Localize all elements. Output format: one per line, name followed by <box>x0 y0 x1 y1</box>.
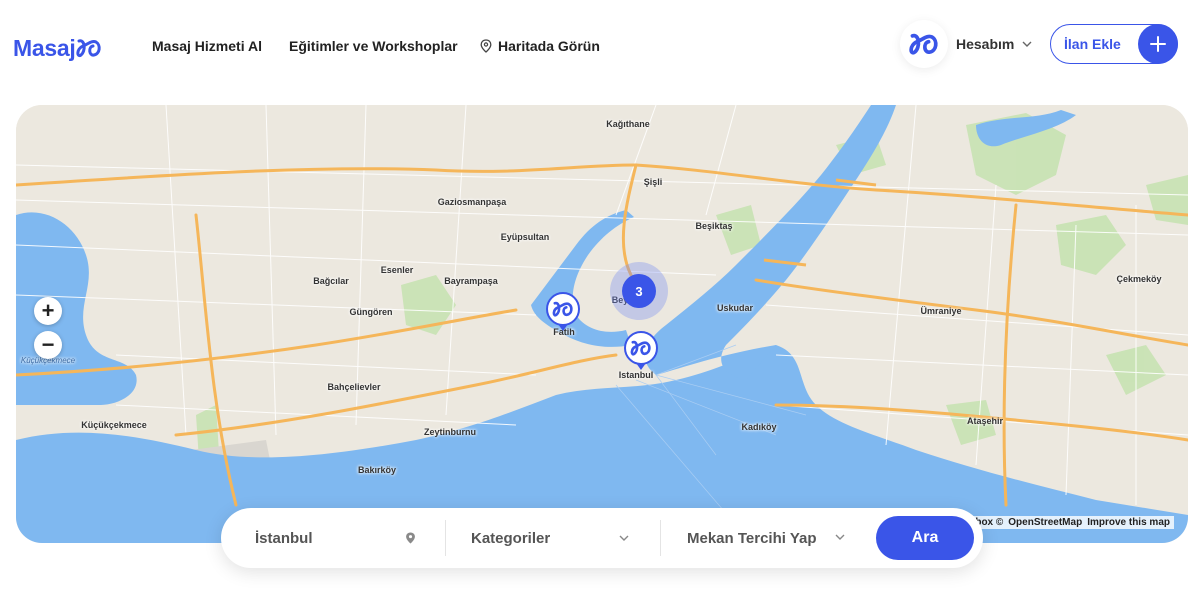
chevron-down-icon <box>1022 41 1032 47</box>
logo[interactable]: Masaj <box>13 33 102 63</box>
map-basemap <box>16 105 1188 543</box>
location-pin-icon <box>406 532 415 544</box>
search-button[interactable]: Ara <box>876 516 974 560</box>
zoom-out-button[interactable]: − <box>34 331 62 359</box>
nav-trainings-label: Eğitimler ve Workshoplar <box>289 38 458 54</box>
category-placeholder: Kategoriler <box>471 529 551 547</box>
nav-map-view[interactable]: Haritada Görün <box>480 38 600 54</box>
venue-select[interactable]: Mekan Tercihi Yap <box>687 508 847 568</box>
place-label: Ümraniye <box>920 306 962 316</box>
location-pin-icon <box>480 39 492 53</box>
field-divider <box>660 520 661 556</box>
account-avatar[interactable] <box>900 20 948 68</box>
place-label: Çekmeköy <box>1116 274 1162 284</box>
place-label: Şişli <box>643 177 663 187</box>
location-field[interactable]: İstanbul <box>255 508 415 568</box>
improve-map-link[interactable]: Improve this map <box>1087 517 1170 528</box>
place-label: Ataşehir <box>966 416 1004 426</box>
place-label: Beşiktaş <box>695 221 733 231</box>
place-label: Bağcılar <box>313 276 349 286</box>
brand-marker-icon <box>552 301 573 317</box>
brand-marker-icon <box>630 340 651 356</box>
place-label: Esenler <box>380 265 414 275</box>
logo-text: Masaj <box>13 34 76 61</box>
add-listing-button[interactable]: İlan Ekle <box>1050 24 1178 64</box>
venue-placeholder: Mekan Tercihi Yap <box>687 529 817 547</box>
account-menu[interactable]: Hesabım <box>956 36 1032 52</box>
place-label: Kağıthane <box>606 119 650 129</box>
place-label: Uskudar <box>716 303 754 313</box>
place-label: Eyüpsultan <box>500 232 550 242</box>
chevron-down-icon <box>835 534 845 540</box>
map-marker-istanbul[interactable] <box>624 331 658 365</box>
nav-trainings[interactable]: Eğitimler ve Workshoplar <box>289 38 458 54</box>
search-bar: İstanbul Kategoriler Mekan Tercihi Yap A… <box>221 508 983 568</box>
map-view[interactable]: Kağıthane Şişli Gaziosmanpaşa Eyüpsultan… <box>16 105 1188 543</box>
place-label: Kadıköy <box>741 422 777 432</box>
nav-massage-service-label: Masaj Hizmeti Al <box>152 38 262 54</box>
add-listing-label: İlan Ekle <box>1064 36 1121 52</box>
nav-massage-service[interactable]: Masaj Hizmeti Al <box>152 38 262 54</box>
zoom-in-button[interactable]: + <box>34 297 62 325</box>
map-attribution: box © OpenStreetMap Improve this map <box>971 516 1174 529</box>
osm-attribution-link[interactable]: OpenStreetMap <box>1008 517 1082 528</box>
category-select[interactable]: Kategoriler <box>471 508 631 568</box>
place-label: Bayrampaşa <box>444 276 498 286</box>
place-label: Güngören <box>349 307 393 317</box>
brand-avatar-icon <box>909 33 938 55</box>
location-value: İstanbul <box>255 529 313 547</box>
plus-icon <box>1138 24 1178 64</box>
site-header: Masaj Masaj Hizmeti Al Eğitimler ve Work… <box>0 0 1200 96</box>
logo-mark-icon <box>76 39 102 58</box>
place-label: Gaziosmanpaşa <box>437 197 507 207</box>
field-divider <box>445 520 446 556</box>
place-label: Bakırköy <box>357 465 397 475</box>
place-label: Küçükçekmece <box>81 420 147 430</box>
map-marker-fatih[interactable] <box>546 292 580 326</box>
place-label: Istanbul <box>618 370 654 380</box>
account-menu-label: Hesabım <box>956 36 1015 52</box>
place-label: Bahçelievler <box>327 382 381 392</box>
place-label: Zeytinburnu <box>424 427 476 437</box>
chevron-down-icon <box>619 535 629 541</box>
nav-map-view-label: Haritada Görün <box>498 38 600 54</box>
marker-cluster[interactable]: 3 <box>622 274 656 308</box>
